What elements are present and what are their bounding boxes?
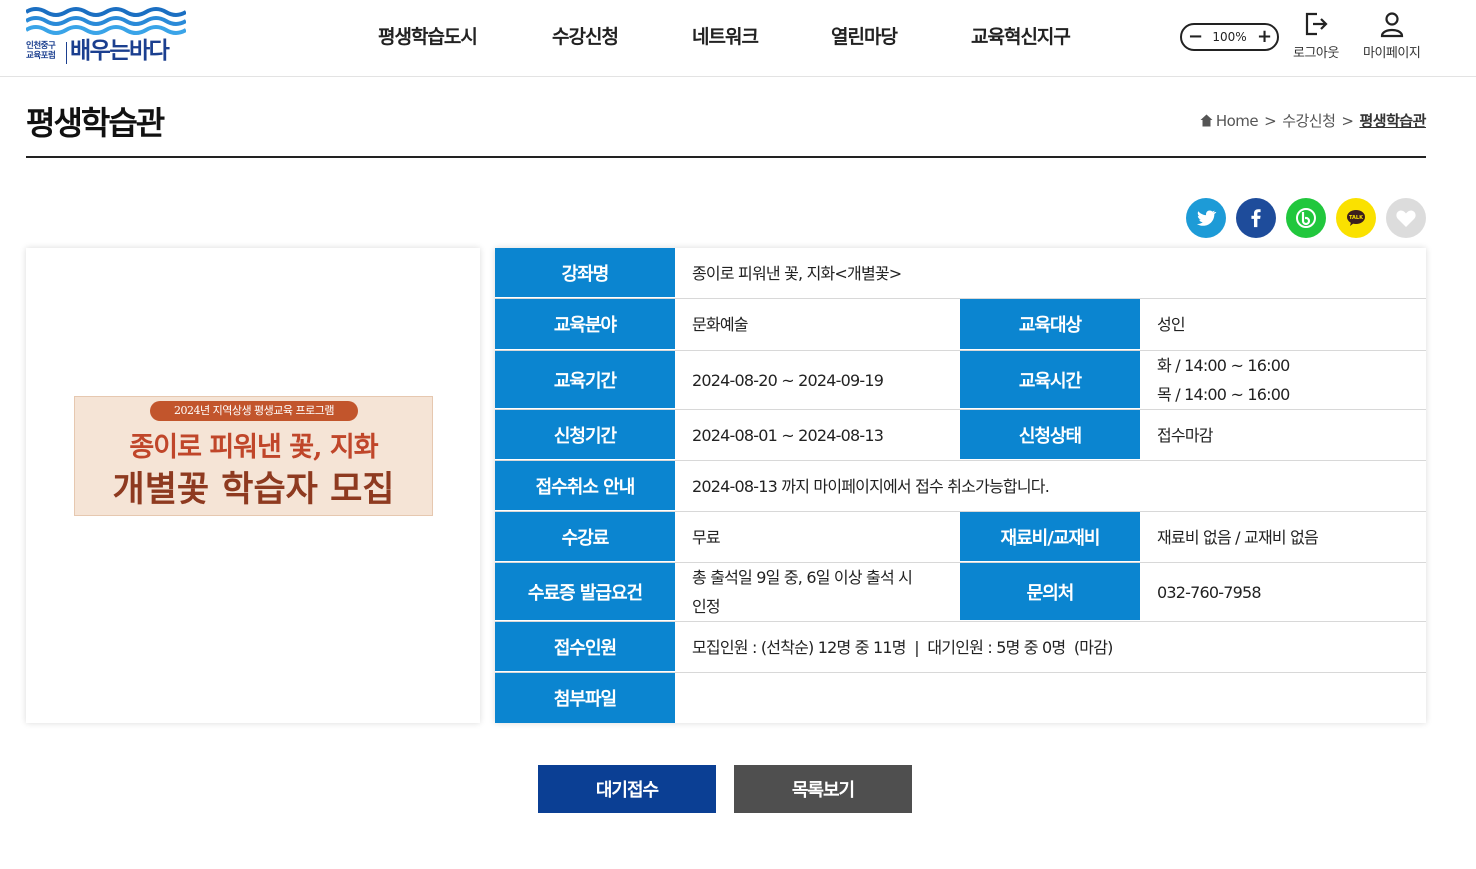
field-value: 문화예술 [692,315,748,334]
logout-button[interactable]: 로그아웃 [1293,10,1339,61]
apply-period-label: 신청기간 [495,410,675,460]
zoom-level: 100% [1212,30,1247,44]
time-value: 화 / 14:00 ~ 16:00 목 / 14:00 ~ 16:00 [1140,351,1426,409]
user-icon [1380,12,1403,38]
share-kakaotalk-button[interactable]: TALK [1336,198,1376,238]
nav-item-education-innovation[interactable]: 교육혁신지구 [971,22,1071,52]
poster-title-line1: 종이로 피워낸 꽃, 지화 [129,432,378,463]
table-row: 수강료 무료 재료비/교재비 재료비 없음 / 교재비 없음 [495,512,1426,563]
breadcrumb: Home > 수강신청 > 평생학습관 [1200,110,1426,131]
page-title: 평생학습관 [26,104,165,142]
logout-label: 로그아웃 [1293,46,1339,61]
logout-icon [1305,12,1328,36]
mypage-label: 마이페이지 [1363,46,1421,61]
enrollment-label: 접수인원 [495,622,675,672]
attachment-label: 첨부파일 [495,673,675,723]
period-label: 교육기간 [495,351,675,409]
share-twitter-button[interactable] [1186,198,1226,238]
logo-subtext: 인천중구 교육포럼 [26,41,56,61]
table-row: 강좌명 종이로 피워낸 꽃, 지화<개별꽃> [495,248,1426,299]
poster-tag: 2024년 지역상생 평생교육 프로그램 [150,401,358,421]
certificate-label: 수료증 발급요건 [495,563,675,621]
twitter-icon [1196,210,1217,226]
breadcrumb-separator: > [1264,111,1277,130]
table-row: 교육기간 2024-08-20 ~ 2024-09-19 교육시간 화 / 14… [495,351,1426,410]
breadcrumb-home-label: Home [1215,111,1259,130]
logo-divider [66,42,67,64]
list-view-button[interactable]: 목록보기 [734,765,912,813]
apply-period-value: 2024-08-01 ~ 2024-08-13 [692,425,884,445]
table-row: 수료증 발급요건 총 출석일 9일 중, 6일 이상 출석 시 인정 문의처 0… [495,563,1426,622]
course-poster-image: 2024년 지역상생 평생교육 프로그램 종이로 피워낸 꽃, 지화 개별꽃 학… [74,396,433,516]
mypage-button[interactable]: 마이페이지 [1363,10,1421,61]
svg-text:TALK: TALK [1349,215,1364,221]
breadcrumb-separator: > [1341,111,1354,130]
nav-item-lifelong-learning-city[interactable]: 평생학습도시 [378,22,478,52]
course-info-table: 강좌명 종이로 피워낸 꽃, 지화<개별꽃> 교육분야 문화예술 교육대상 성인… [495,248,1426,723]
contact-label: 문의처 [960,563,1140,621]
share-facebook-button[interactable] [1236,198,1276,238]
course-name-label: 강좌명 [495,248,675,298]
enrollment-value: 모집인원 : (선착순) 12명 중 11명 | 대기인원 : 5명 중 0명 … [692,637,1113,657]
title-divider [26,156,1426,158]
like-button[interactable] [1386,198,1426,238]
certificate-line1: 총 출석일 9일 중, 6일 이상 출석 시 [692,568,913,587]
facebook-icon [1251,209,1261,228]
course-name-value: 종이로 피워낸 꽃, 지화<개별꽃> [692,263,902,283]
target-value: 성인 [1157,315,1186,334]
zoom-control: − 100% + [1180,23,1279,51]
table-row: 신청기간 2024-08-01 ~ 2024-08-13 신청상태 접수마감 [495,410,1426,461]
fee-value: 무료 [692,527,721,547]
logo-brand: 배우는바다 [70,38,170,64]
site-logo[interactable]: 인천중구 교육포럼 배우는바다 [26,6,186,66]
material-value: 재료비 없음 / 교재비 없음 [1157,527,1319,547]
heart-icon [1396,210,1416,227]
contact-value: 032-760-7958 [1157,582,1262,602]
target-label: 교육대상 [960,299,1140,350]
nav-item-open-forum[interactable]: 열린마당 [831,22,898,52]
share-band-button[interactable] [1286,198,1326,238]
fee-label: 수강료 [495,512,675,562]
kakaotalk-icon: TALK [1347,210,1365,226]
cancel-info-value: 2024-08-13 까지 마이페이지에서 접수 취소가능합니다. [692,476,1050,496]
time-line-tuesday: 화 / 14:00 ~ 16:00 [1157,356,1290,375]
table-row: 접수취소 안내 2024-08-13 까지 마이페이지에서 접수 취소가능합니다… [495,461,1426,512]
status-label: 신청상태 [960,410,1140,460]
table-row: 접수인원 모집인원 : (선착순) 12명 중 11명 | 대기인원 : 5명 … [495,622,1426,673]
time-line-thursday: 목 / 14:00 ~ 16:00 [1157,385,1290,404]
nav-item-course-registration[interactable]: 수강신청 [552,22,619,52]
certificate-line2: 인정 [692,597,721,616]
field-label: 교육분야 [495,299,675,350]
waitlist-apply-button[interactable]: 대기접수 [538,765,716,813]
poster-title-line2: 개별꽃 학습자 모집 [112,469,395,510]
nav-item-network[interactable]: 네트워크 [692,22,759,52]
zoom-in-button[interactable]: + [1257,27,1272,47]
cancel-info-label: 접수취소 안내 [495,461,675,511]
status-value: 접수마감 [1157,425,1213,445]
table-row: 교육분야 문화예술 교육대상 성인 [495,299,1426,351]
material-label: 재료비/교재비 [960,512,1140,562]
time-label: 교육시간 [960,351,1140,409]
breadcrumb-course-registration[interactable]: 수강신청 [1282,110,1336,131]
zoom-out-button[interactable]: − [1188,27,1203,47]
certificate-value: 총 출석일 9일 중, 6일 이상 출석 시 인정 [675,563,960,621]
wave-icon [26,7,186,35]
attachment-value [675,673,1426,723]
home-icon [1200,114,1213,127]
site-header: 인천중구 교육포럼 배우는바다 평생학습도시 수강신청 네트워크 열린마당 교육… [0,0,1476,77]
table-row: 첨부파일 [495,673,1426,723]
breadcrumb-home[interactable]: Home [1200,111,1259,130]
band-icon [1296,208,1316,228]
course-image-panel: 2024년 지역상생 평생교육 프로그램 종이로 피워낸 꽃, 지화 개별꽃 학… [26,248,480,723]
period-value: 2024-08-20 ~ 2024-09-19 [692,370,884,390]
breadcrumb-current[interactable]: 평생학습관 [1359,110,1426,131]
